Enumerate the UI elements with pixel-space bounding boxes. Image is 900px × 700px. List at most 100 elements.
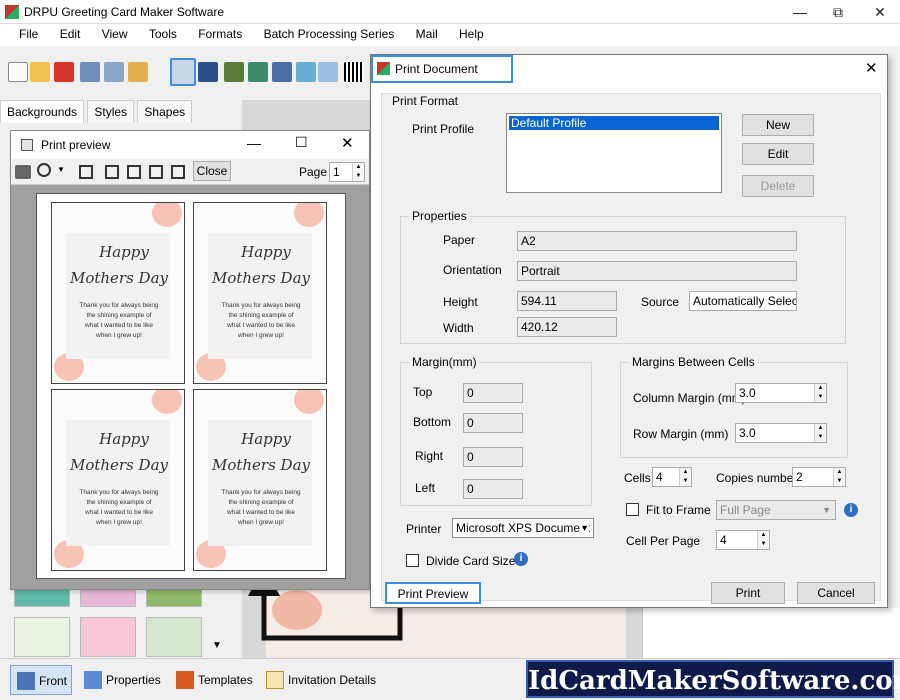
menu-file[interactable]: File — [10, 24, 47, 41]
preview-minimize-button[interactable]: — — [247, 135, 261, 151]
menu-tools[interactable]: Tools — [140, 24, 186, 41]
menu-batch[interactable]: Batch Processing Series — [255, 24, 404, 41]
top-margin-field[interactable]: 0 — [463, 383, 523, 403]
cells-stepper[interactable]: 4 ▲ ▼ — [652, 467, 692, 487]
divide-card-label: Divide Card Size — [426, 554, 516, 568]
height-label: Height — [443, 295, 478, 309]
flower-decoration — [152, 203, 182, 227]
profile-item-default[interactable]: Default Profile — [509, 116, 719, 130]
new-profile-button[interactable]: New — [742, 114, 814, 136]
fit-to-frame-checkbox[interactable] — [626, 503, 639, 516]
barcode-icon[interactable] — [344, 62, 364, 82]
invitation-icon — [266, 671, 284, 689]
properties-icon — [84, 671, 102, 689]
row-margin-arrows-icon[interactable]: ▲ ▼ — [814, 424, 826, 442]
left-margin-field[interactable]: 0 — [463, 479, 523, 499]
row-margin-stepper[interactable]: 3.0 ▲ ▼ — [735, 423, 827, 443]
six-pages-icon[interactable] — [171, 165, 185, 179]
image-icon[interactable] — [248, 62, 268, 82]
close-doc-icon[interactable] — [54, 62, 74, 82]
print-icon[interactable] — [170, 58, 196, 86]
save-as-icon[interactable] — [104, 62, 124, 82]
four-pages-icon[interactable] — [149, 165, 163, 179]
print-button[interactable]: Print — [711, 582, 785, 604]
divide-card-checkbox[interactable] — [406, 554, 419, 567]
copies-stepper[interactable]: 2 ▲ ▼ — [792, 467, 846, 487]
export-icon[interactable] — [128, 62, 148, 82]
bottom-margin-field[interactable]: 0 — [463, 413, 523, 433]
minimize-button[interactable]: — — [780, 0, 820, 24]
page-stepper[interactable]: 1 ▲ ▼ — [329, 162, 365, 182]
tab-backgrounds[interactable]: Backgrounds — [0, 100, 85, 123]
pen-icon[interactable] — [272, 62, 292, 82]
close-button[interactable]: ✕ — [860, 0, 900, 24]
cell-per-page-arrows-icon[interactable]: ▲ ▼ — [757, 531, 769, 549]
source-field[interactable]: Automatically Select — [689, 291, 797, 311]
menu-view[interactable]: View — [93, 24, 137, 41]
properties-tab[interactable]: Properties — [78, 665, 168, 695]
front-tab[interactable]: Front — [10, 665, 72, 695]
page-stepper-arrows-icon[interactable]: ▲ ▼ — [352, 163, 364, 181]
save-icon[interactable] — [80, 62, 100, 82]
properties-label: Properties — [106, 673, 161, 687]
preview-print-icon[interactable] — [15, 165, 31, 179]
fit-mode-select[interactable]: Full Page ▼ — [716, 500, 836, 520]
orientation-field[interactable]: Portrait — [517, 261, 797, 281]
templates-tab[interactable]: Templates — [170, 665, 260, 695]
menu-mail[interactable]: Mail — [407, 24, 447, 41]
bottom-label: Bottom — [413, 415, 452, 429]
menu-edit[interactable]: Edit — [51, 24, 90, 41]
line-icon[interactable] — [224, 62, 244, 82]
preview-close-btn[interactable]: Close — [193, 161, 231, 181]
preview-maximize-button[interactable]: ☐ — [295, 134, 308, 151]
dialog-title: Print Document — [395, 62, 478, 76]
open-icon[interactable] — [30, 62, 50, 82]
menu-help[interactable]: Help — [450, 24, 493, 41]
edit-profile-button[interactable]: Edit — [742, 143, 814, 165]
width-field[interactable]: 420.12 — [517, 317, 617, 337]
copies-arrows-icon[interactable]: ▲ ▼ — [833, 468, 845, 486]
right-margin-field[interactable]: 0 — [463, 447, 523, 467]
one-page-icon[interactable] — [79, 165, 93, 179]
new-icon[interactable] — [8, 62, 28, 82]
delete-profile-button[interactable]: Delete — [742, 175, 814, 197]
tab-styles[interactable]: Styles — [87, 100, 135, 123]
preview-close-button[interactable]: ✕ — [341, 134, 354, 152]
print-preview-button[interactable]: Print Preview — [385, 582, 481, 604]
wordart-icon[interactable] — [318, 62, 338, 82]
thumbs-scroll-down-icon[interactable]: ▼ — [212, 640, 222, 651]
printer-select[interactable]: Microsoft XPS Document ▼ — [452, 518, 594, 538]
height-field[interactable]: 594.11 — [517, 291, 617, 311]
preview-page: Happy Mothers Day Thank you for always b… — [36, 193, 346, 579]
column-margin-stepper[interactable]: 3.0 ▲ ▼ — [735, 383, 827, 403]
print-format-label: Print Format — [392, 94, 459, 108]
cell-per-page-stepper[interactable]: 4 ▲ ▼ — [716, 530, 770, 550]
restore-button[interactable]: ⧉ — [818, 0, 858, 24]
menu-formats[interactable]: Formats — [189, 24, 251, 41]
dialog-close-button[interactable]: ✕ — [865, 59, 878, 77]
paper-field[interactable]: A2 — [517, 231, 797, 251]
cancel-button[interactable]: Cancel — [797, 582, 875, 604]
thumb-background[interactable] — [14, 617, 70, 657]
cells-arrows-icon[interactable]: ▲ ▼ — [679, 468, 691, 486]
column-margin-arrows-icon[interactable]: ▲ ▼ — [814, 384, 826, 402]
orientation-label: Orientation — [443, 263, 502, 277]
thumb-background[interactable] — [80, 617, 136, 657]
tab-shapes[interactable]: Shapes — [137, 100, 193, 123]
page-label: Page — [299, 165, 328, 179]
divide-info-icon[interactable]: i — [514, 552, 528, 566]
print-batch-icon[interactable] — [198, 62, 218, 82]
zoom-icon[interactable] — [37, 163, 51, 177]
zoom-dropdown-icon[interactable]: ▼ — [57, 165, 65, 174]
cells-margin-group-label: Margins Between Cells — [629, 355, 758, 369]
three-pages-icon[interactable] — [127, 165, 141, 179]
fit-info-icon[interactable]: i — [844, 503, 858, 517]
card-greeting-line2: Mothers Day — [211, 456, 311, 474]
card-message-line: Thank you for always being — [221, 302, 301, 309]
thumb-background[interactable] — [146, 617, 202, 657]
shape-icon[interactable] — [296, 62, 316, 82]
two-pages-icon[interactable] — [105, 165, 119, 179]
profile-list[interactable]: Default Profile — [506, 113, 722, 193]
invitation-tab[interactable]: Invitation Details — [260, 665, 390, 695]
card-message-line: Thank you for always being — [221, 489, 301, 496]
